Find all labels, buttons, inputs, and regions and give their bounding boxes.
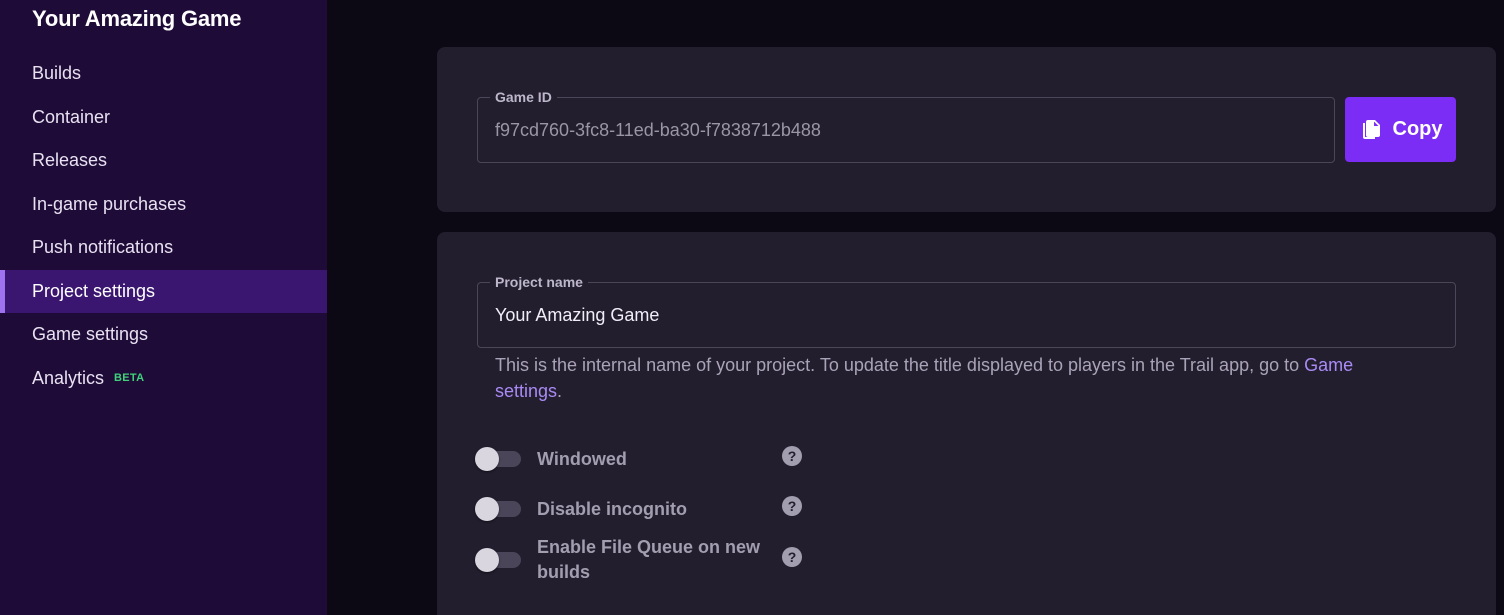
copy-button-label: Copy bbox=[1392, 118, 1443, 140]
sidebar-item-push-notifications[interactable]: Push notifications bbox=[0, 226, 327, 270]
switch-knob bbox=[475, 497, 499, 521]
app: Your Amazing Game Builds Container Relea… bbox=[0, 0, 1504, 615]
disable-incognito-switch[interactable] bbox=[475, 497, 523, 521]
app-title: Your Amazing Game bbox=[32, 6, 242, 31]
sidebar-item-label: Project settings bbox=[32, 280, 156, 301]
project-settings-card: Project name Your Amazing Game This is t… bbox=[437, 232, 1496, 615]
sidebar-nav: Builds Container Releases In-game purcha… bbox=[0, 52, 327, 400]
sidebar: Your Amazing Game Builds Container Relea… bbox=[0, 0, 327, 615]
copy-button[interactable]: Copy bbox=[1345, 97, 1456, 162]
helper-text-end: . bbox=[557, 381, 563, 401]
sidebar-item-label: Builds bbox=[32, 63, 82, 84]
project-name-value: Your Amazing Game bbox=[495, 304, 660, 325]
sidebar-item-container[interactable]: Container bbox=[0, 96, 327, 140]
disable-incognito-label: Disable incognito bbox=[537, 499, 688, 519]
switch-knob bbox=[475, 447, 499, 471]
sidebar-item-project-settings[interactable]: Project settings bbox=[0, 269, 327, 313]
sidebar-item-label: Releases bbox=[32, 150, 108, 171]
project-name-helper-text: This is the internal name of your projec… bbox=[495, 352, 1425, 404]
helper-text: This is the internal name of your projec… bbox=[495, 355, 1305, 375]
enable-file-queue-switch[interactable] bbox=[475, 548, 523, 572]
help-icon[interactable]: ? bbox=[782, 547, 802, 567]
game-id-field[interactable]: Game ID f97cd760-3fc8-11ed-ba30-f7838712… bbox=[477, 89, 1335, 163]
sidebar-item-label: Game settings bbox=[32, 324, 149, 345]
windowed-switch[interactable] bbox=[475, 447, 523, 471]
windowed-label: Windowed bbox=[537, 449, 627, 469]
help-icon[interactable]: ? bbox=[782, 446, 802, 466]
sidebar-item-releases[interactable]: Releases bbox=[0, 139, 327, 183]
copy-icon bbox=[1362, 119, 1380, 139]
project-name-field[interactable]: Project name Your Amazing Game bbox=[477, 274, 1456, 348]
sidebar-item-label: In-game purchases bbox=[32, 193, 187, 214]
beta-badge: BETA bbox=[114, 372, 145, 385]
sidebar-item-in-game-purchases[interactable]: In-game purchases bbox=[0, 183, 327, 227]
sidebar-item-analytics[interactable]: Analytics BETA bbox=[0, 357, 327, 401]
game-id-value: f97cd760-3fc8-11ed-ba30-f7838712b488 bbox=[495, 119, 821, 140]
sidebar-item-label: Analytics bbox=[32, 367, 105, 388]
sidebar-item-game-settings[interactable]: Game settings bbox=[0, 313, 327, 357]
help-icon[interactable]: ? bbox=[782, 496, 802, 516]
sidebar-item-label: Push notifications bbox=[32, 237, 174, 258]
enable-file-queue-label: Enable File Queue on new builds bbox=[537, 537, 761, 582]
game-id-card: Game ID f97cd760-3fc8-11ed-ba30-f7838712… bbox=[437, 47, 1496, 212]
sidebar-item-label: Container bbox=[32, 106, 111, 127]
sidebar-item-builds[interactable]: Builds bbox=[0, 52, 327, 96]
switch-knob bbox=[475, 548, 499, 572]
